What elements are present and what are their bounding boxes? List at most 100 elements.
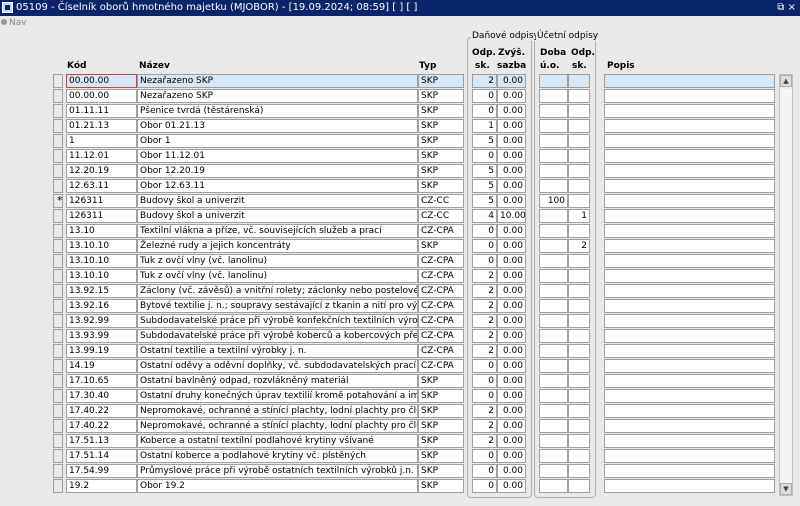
cell-popis[interactable] [604,329,775,343]
cell-typ[interactable]: SKP [418,164,464,178]
table-row[interactable]: 17.40.22 Nepromokavé, ochranné a stínící … [0,419,800,434]
cell-popis[interactable] [604,134,775,148]
cell-ucetni-odp-sk[interactable] [568,269,590,283]
cell-doba-uo[interactable] [539,449,568,463]
cell-odp-sk[interactable]: 0 [472,254,497,268]
cell-odp-sk[interactable]: 2 [472,284,497,298]
table-row[interactable]: 13.92.16 Bytové textilie j. n.; soupravy … [0,299,800,314]
vertical-scrollbar[interactable]: ▲ ▼ [779,74,793,496]
cell-kod[interactable]: 13.10 [66,224,137,238]
cell-doba-uo[interactable] [539,254,568,268]
cell-typ[interactable]: SKP [418,149,464,163]
cell-zvys-sazba[interactable]: 0.00 [497,359,526,373]
cell-zvys-sazba[interactable]: 0.00 [497,239,526,253]
cell-nazev[interactable]: Obor 19.2 [137,479,418,493]
row-selector[interactable] [53,299,63,313]
table-row[interactable]: 13.10.10 Železné rudy a jejich koncentrát… [0,239,800,254]
cell-nazev[interactable]: Ostatní bavlněný odpad, rozvlákněný mate… [137,374,418,388]
cell-zvys-sazba[interactable]: 0.00 [497,434,526,448]
row-selector[interactable] [53,149,63,163]
cell-odp-sk[interactable]: 2 [472,419,497,433]
cell-nazev[interactable]: Ostatní oděvy a oděvní doplňky, vč. subd… [137,359,418,373]
row-selector[interactable] [53,389,63,403]
cell-kod[interactable]: 17.54.99 [66,464,137,478]
cell-zvys-sazba[interactable]: 0.00 [497,119,526,133]
cell-typ[interactable]: SKP [418,419,464,433]
cell-zvys-sazba[interactable]: 0.00 [497,314,526,328]
table-row[interactable]: 13.99.19 Ostatní textilie a textilní výro… [0,344,800,359]
cell-zvys-sazba[interactable]: 0.00 [497,104,526,118]
cell-odp-sk[interactable]: 1 [472,119,497,133]
row-selector[interactable] [53,269,63,283]
cell-ucetni-odp-sk[interactable] [568,149,590,163]
cell-popis[interactable] [604,89,775,103]
cell-zvys-sazba[interactable]: 0.00 [497,419,526,433]
table-row[interactable]: 13.10.10 Tuk z ovčí vlny (vč. lanolinu) CZ… [0,254,800,269]
cell-odp-sk[interactable]: 5 [472,164,497,178]
cell-zvys-sazba[interactable]: 0.00 [497,374,526,388]
cell-zvys-sazba[interactable]: 0.00 [497,164,526,178]
cell-nazev[interactable]: Ostatní koberce a podlahové krytiny vč. … [137,449,418,463]
cell-typ[interactable]: SKP [418,479,464,493]
table-row[interactable]: 13.92.15 Záclony (vč. závěsů) a vnitřní r… [0,284,800,299]
table-row[interactable]: 11.12.01 Obor 11.12.01 SKP 0 0.00 [0,149,800,164]
row-selector[interactable] [53,449,63,463]
cell-nazev[interactable]: Budovy škol a univerzit [137,209,418,223]
cell-typ[interactable]: CZ-CPA [418,269,464,283]
cell-typ[interactable]: CZ-CPA [418,314,464,328]
cell-nazev[interactable]: Subdodavatelské práce při výrobě konfekč… [137,314,418,328]
cell-kod[interactable]: 13.99.19 [66,344,137,358]
row-selector[interactable] [53,119,63,133]
cell-popis[interactable] [604,284,775,298]
cell-typ[interactable]: CZ-CC [418,194,464,208]
cell-doba-uo[interactable]: 100 [539,194,568,208]
cell-typ[interactable]: CZ-CPA [418,344,464,358]
cell-zvys-sazba[interactable]: 0.00 [497,464,526,478]
cell-nazev[interactable]: Nezařazeno SKP [137,74,418,88]
cell-kod[interactable]: 01.21.13 [66,119,137,133]
cell-odp-sk[interactable]: 0 [472,149,497,163]
cell-ucetni-odp-sk[interactable] [568,134,590,148]
table-row[interactable]: 00.00.00 Nezařazeno SKP SKP 2 0.00 [0,74,800,89]
cell-doba-uo[interactable] [539,329,568,343]
cell-nazev[interactable]: Záclony (vč. závěsů) a vnitřní rolety; z… [137,284,418,298]
row-selector[interactable] [53,404,63,418]
cell-kod[interactable]: 126311 [66,209,137,223]
cell-typ[interactable]: CZ-CPA [418,224,464,238]
cell-odp-sk[interactable]: 0 [472,224,497,238]
cell-typ[interactable]: SKP [418,434,464,448]
cell-odp-sk[interactable]: 0 [472,239,497,253]
cell-doba-uo[interactable] [539,344,568,358]
cell-odp-sk[interactable]: 2 [472,314,497,328]
row-selector[interactable] [53,209,63,223]
cell-doba-uo[interactable] [539,299,568,313]
cell-nazev[interactable]: Nepromokavé, ochranné a stínící plachty,… [137,419,418,433]
cell-typ[interactable]: CZ-CPA [418,329,464,343]
cell-doba-uo[interactable] [539,119,568,133]
row-selector[interactable] [53,434,63,448]
cell-popis[interactable] [604,254,775,268]
cell-kod[interactable]: 13.92.99 [66,314,137,328]
cell-kod[interactable]: 17.40.22 [66,419,137,433]
cell-nazev[interactable]: Pšenice tvrdá (těstárenská) [137,104,418,118]
table-row[interactable]: 14.19 Ostatní oděvy a oděvní doplňky, vč.… [0,359,800,374]
table-row[interactable]: 17.40.22 Nepromokavé, ochranné a stínící … [0,404,800,419]
table-row[interactable]: 12.20.19 Obor 12.20.19 SKP 5 0.00 [0,164,800,179]
cell-typ[interactable]: CZ-CPA [418,359,464,373]
table-row[interactable]: 01.21.13 Obor 01.21.13 SKP 1 0.00 [0,119,800,134]
cell-zvys-sazba[interactable]: 0.00 [497,224,526,238]
row-selector[interactable] [53,89,63,103]
cell-ucetni-odp-sk[interactable] [568,284,590,298]
cell-odp-sk[interactable]: 0 [472,359,497,373]
cell-odp-sk[interactable]: 2 [472,299,497,313]
cell-popis[interactable] [604,119,775,133]
cell-nazev[interactable]: Obor 12.63.11 [137,179,418,193]
cell-kod[interactable]: 1 [66,134,137,148]
cell-typ[interactable]: SKP [418,119,464,133]
cell-zvys-sazba[interactable]: 0.00 [497,194,526,208]
cell-kod[interactable]: 19.2 [66,479,137,493]
cell-odp-sk[interactable]: 5 [472,134,497,148]
cell-ucetni-odp-sk[interactable] [568,434,590,448]
cell-nazev[interactable]: Obor 12.20.19 [137,164,418,178]
table-row[interactable]: 13.93.99 Subdodavatelské práce při výrobě… [0,329,800,344]
